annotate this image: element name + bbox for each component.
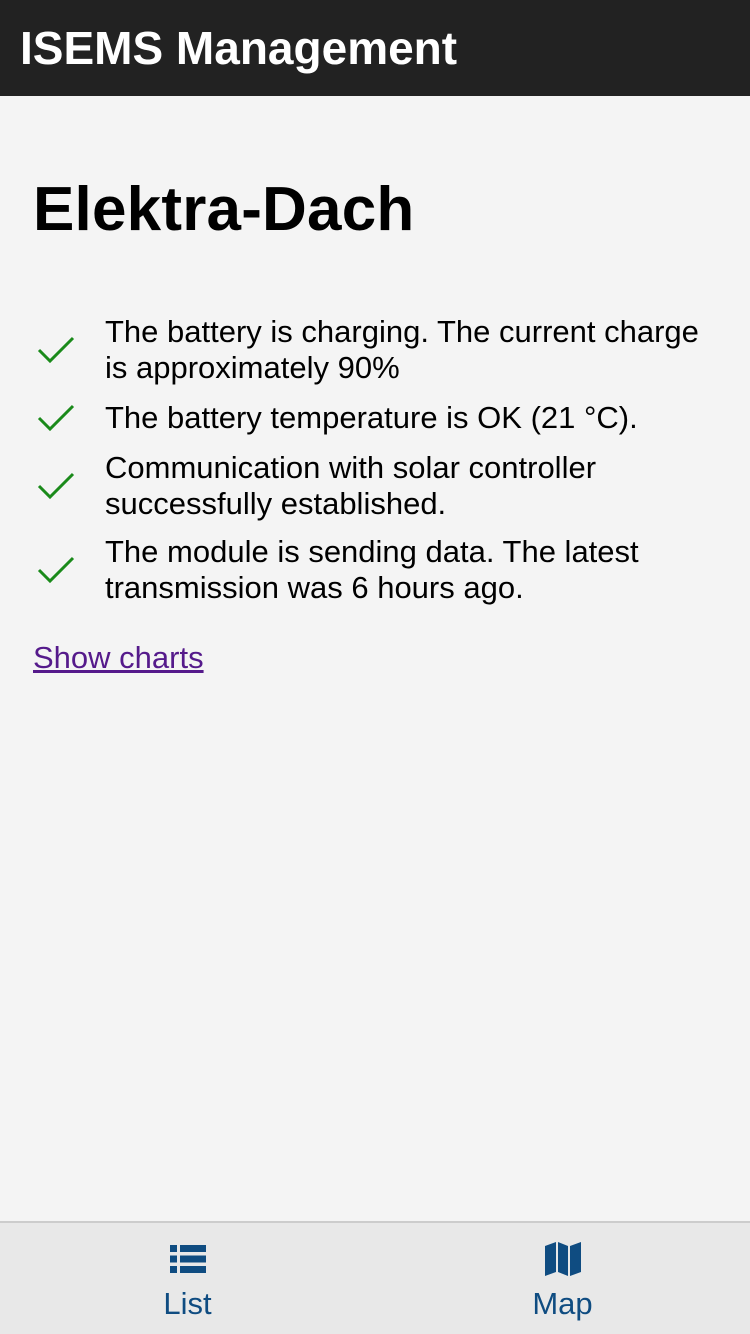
site-detail: Elektra-Dach The battery is charging. Th… [0, 96, 750, 1221]
check-icon [33, 330, 105, 370]
tab-map-label: Map [532, 1286, 593, 1321]
status-text: The battery temperature is OK (21 °C). [105, 400, 638, 435]
app-title: ISEMS Management [20, 22, 458, 74]
status-text: The module is sending data. The latest t… [105, 534, 639, 605]
list-icon [169, 1240, 206, 1278]
tab-map[interactable]: Map [375, 1223, 750, 1334]
tab-list-label: List [163, 1286, 212, 1321]
status-item-battery-temperature: The battery temperature is OK (21 °C). [33, 398, 717, 438]
check-icon [33, 398, 105, 438]
status-item-data-transmission: The module is sending data. The latest t… [33, 534, 717, 606]
status-list: The battery is charging. The current cha… [33, 314, 717, 606]
map-icon [544, 1240, 582, 1278]
show-charts-link[interactable]: Show charts [33, 640, 204, 676]
check-icon [33, 466, 105, 506]
status-text: Communication with solar controller succ… [105, 450, 597, 521]
status-text: The battery is charging. The current cha… [105, 314, 699, 385]
status-item-battery-charge: The battery is charging. The current cha… [33, 314, 717, 386]
app-header: ISEMS Management [0, 0, 750, 96]
status-item-solar-controller: Communication with solar controller succ… [33, 450, 717, 522]
bottom-tab-bar: List Map [0, 1221, 750, 1334]
site-name: Elektra-Dach [33, 175, 415, 244]
check-icon [33, 550, 105, 590]
tab-list[interactable]: List [0, 1223, 375, 1334]
